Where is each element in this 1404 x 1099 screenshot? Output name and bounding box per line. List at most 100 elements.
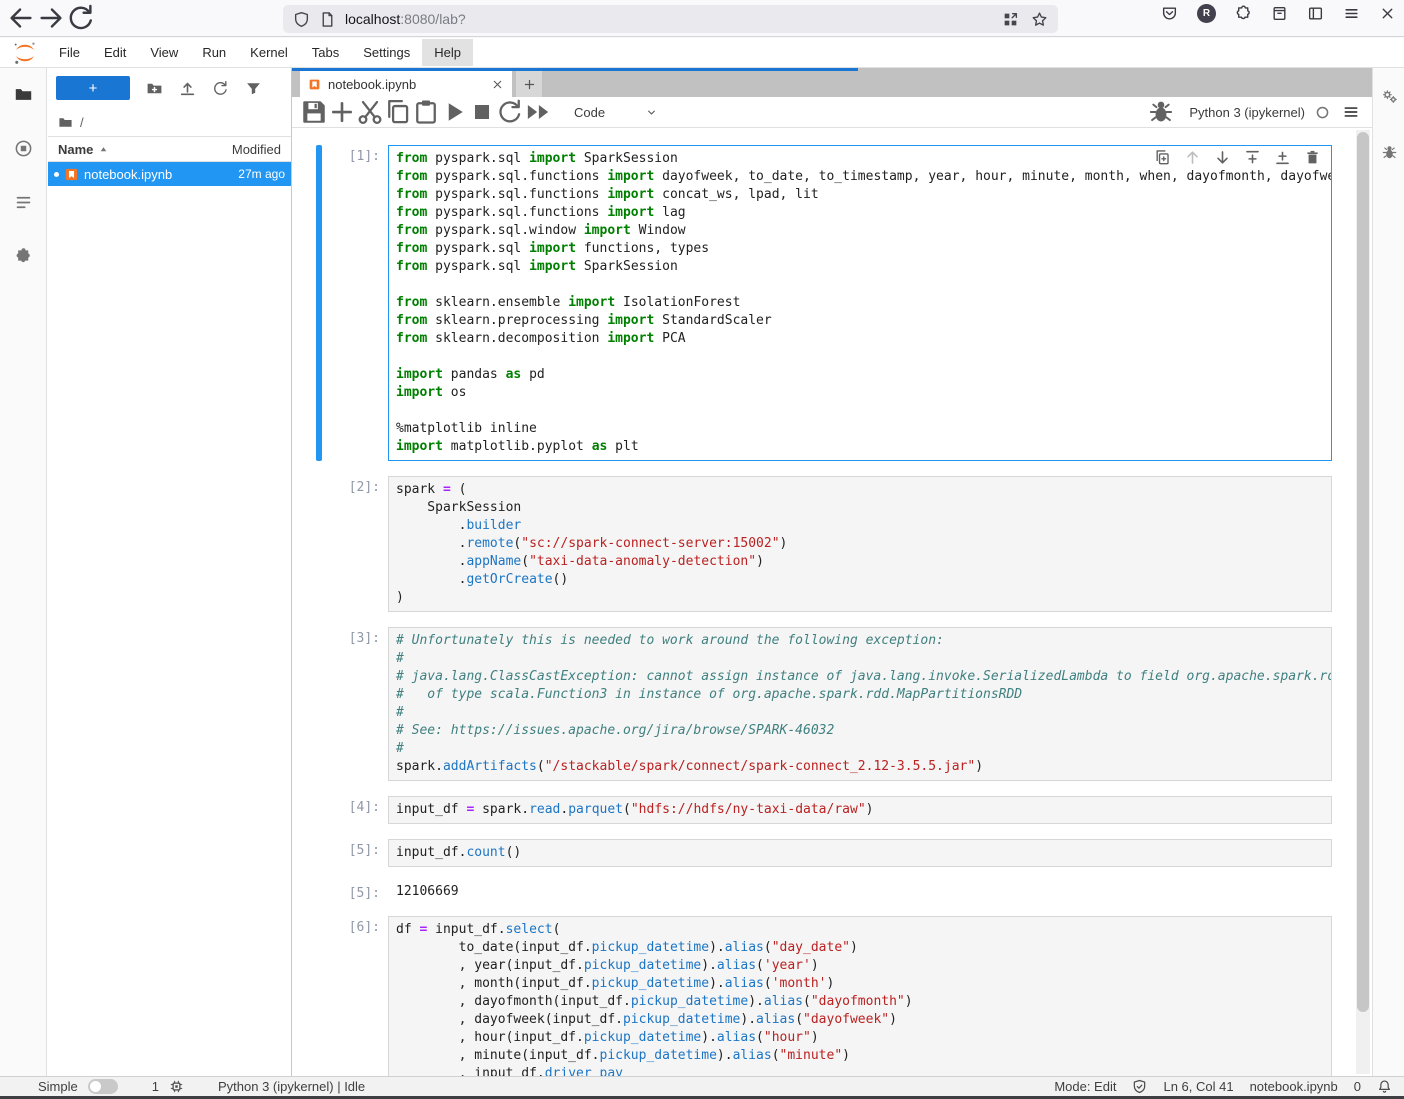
menu-item-view[interactable]: View: [138, 39, 190, 66]
sidebar-tab-running[interactable]: [0, 126, 47, 170]
scrollbar-thumb[interactable]: [1357, 132, 1369, 1012]
menu-item-kernel[interactable]: Kernel: [238, 39, 300, 66]
chevron-down-icon: [645, 106, 658, 119]
cell-editor[interactable]: spark = ( SparkSession .builder .remote(…: [388, 476, 1332, 612]
breadcrumb[interactable]: /: [48, 108, 291, 136]
kernel-name-button[interactable]: Python 3 (ipykernel): [1189, 105, 1305, 120]
menu-item-help[interactable]: Help: [422, 39, 473, 66]
new-tab-button[interactable]: [516, 71, 542, 97]
sidebar-tab-extensions[interactable]: [0, 234, 47, 278]
debugger-button[interactable]: [1147, 100, 1175, 124]
duplicate-cell-button[interactable]: [1154, 149, 1171, 166]
kernel-status-icon[interactable]: [1315, 105, 1330, 120]
pocket-icon[interactable]: [1161, 5, 1178, 22]
code-line: import pandas as pd: [396, 366, 1331, 384]
menu-item-edit[interactable]: Edit: [92, 39, 138, 66]
paste-cell-button[interactable]: [412, 100, 440, 124]
mode-indicator[interactable]: Mode: Edit: [1054, 1079, 1116, 1094]
running-icon: [14, 139, 33, 158]
delete-cell-button[interactable]: [1304, 149, 1321, 166]
sidebar-tab-files[interactable]: [0, 72, 47, 116]
code-line: , year(input_df.pickup_datetime).alias('…: [396, 957, 1331, 975]
extensions-icon[interactable]: [1235, 5, 1252, 22]
cursor-position[interactable]: Ln 6, Col 41: [1163, 1079, 1233, 1094]
close-icon[interactable]: [1379, 5, 1396, 22]
insert-below-cell-button[interactable]: [1274, 149, 1291, 166]
move-up-cell-button[interactable]: [1184, 149, 1201, 166]
trust-shield-icon[interactable]: [1132, 1079, 1147, 1094]
file-row[interactable]: notebook.ipynb27m ago: [48, 162, 291, 186]
simple-mode-label: Simple: [38, 1079, 78, 1094]
library-icon[interactable]: [1271, 5, 1288, 22]
cell-editor[interactable]: # Unfortunately this is needed to work a…: [388, 627, 1332, 781]
forward-button[interactable]: [36, 4, 66, 32]
column-name[interactable]: Name: [58, 142, 209, 157]
code-line: df = input_df.select(: [396, 921, 1331, 939]
copy-cell-button[interactable]: [384, 100, 412, 124]
cell-editor[interactable]: from pyspark.sql import SparkSessionfrom…: [388, 145, 1332, 461]
url-bar[interactable]: localhost:8080/lab?: [283, 5, 1058, 33]
move-down-cell-button[interactable]: [1214, 149, 1231, 166]
terminal-count[interactable]: 1: [152, 1079, 159, 1094]
toolbar-menu-icon[interactable]: [1342, 103, 1360, 121]
bell-icon[interactable]: [1377, 1079, 1392, 1094]
refresh-icon[interactable]: [212, 80, 229, 97]
code-line: , minute(input_df.pickup_datetime).alias…: [396, 1047, 1331, 1065]
new-folder-icon[interactable]: [146, 80, 163, 97]
cell-editor[interactable]: input_df.count(): [388, 839, 1332, 867]
output-prompt: [5]:: [322, 882, 380, 901]
sidebar-tab-toc[interactable]: [0, 180, 47, 224]
sidebar-toggle-icon[interactable]: [1307, 5, 1324, 22]
reload-button[interactable]: [66, 4, 96, 32]
bug-icon: [1147, 98, 1175, 126]
cell-editor[interactable]: input_df = spark.read.parquet("hdfs://hd…: [388, 796, 1332, 824]
new-launcher-button[interactable]: +: [56, 76, 130, 100]
cut-cell-button[interactable]: [356, 100, 384, 124]
back-button[interactable]: [6, 4, 36, 32]
menu-item-tabs[interactable]: Tabs: [300, 39, 351, 66]
shortcuts-icon[interactable]: [1002, 11, 1019, 28]
debugger-tab[interactable]: [1373, 132, 1404, 172]
menu-item-settings[interactable]: Settings: [351, 39, 422, 66]
sort-asc-icon: [99, 145, 108, 154]
simple-mode-toggle[interactable]: [88, 1079, 118, 1094]
insert-above-cell-button[interactable]: [1244, 149, 1261, 166]
plus-icon: [328, 98, 356, 126]
input-prompt: [5]:: [322, 839, 380, 867]
insert-cell-button[interactable]: [328, 100, 356, 124]
run-button[interactable]: [440, 100, 468, 124]
page-icon[interactable]: [319, 11, 336, 28]
toc-icon: [14, 193, 33, 212]
shield-icon[interactable]: [293, 11, 310, 28]
code-line: input_df.count(): [396, 844, 1331, 862]
kernel-chip-icon[interactable]: [169, 1079, 184, 1094]
bookmark-star-icon[interactable]: [1031, 11, 1048, 28]
code-line: .builder: [396, 517, 1331, 535]
breadcrumb-root[interactable]: /: [80, 115, 84, 130]
browser-menu-icon[interactable]: [1343, 5, 1360, 22]
profile-avatar[interactable]: R: [1197, 4, 1216, 23]
restart-run-all-button[interactable]: [524, 100, 552, 124]
property-inspector-tab[interactable]: [1373, 76, 1404, 116]
column-modified[interactable]: Modified: [209, 142, 281, 157]
plus-icon: [523, 78, 536, 91]
stop-button[interactable]: [468, 100, 496, 124]
filter-icon[interactable]: [245, 80, 262, 97]
tab-close-icon[interactable]: [491, 78, 504, 91]
menu-item-file[interactable]: File: [47, 39, 92, 66]
puzzle-filled-icon: [14, 247, 33, 266]
save-button[interactable]: [300, 100, 328, 124]
kernel-status-text[interactable]: Python 3 (ipykernel) | Idle: [218, 1079, 365, 1094]
cell-type-dropdown[interactable]: Code: [568, 103, 664, 122]
tab-title[interactable]: notebook.ipynb: [328, 77, 484, 92]
upload-icon[interactable]: [179, 80, 196, 97]
reload-icon: [66, 3, 96, 33]
file-name: notebook.ipynb: [84, 167, 216, 182]
restart-kernel-button[interactable]: [496, 100, 524, 124]
code-cell: [6]:df = input_df.select( to_date(input_…: [316, 916, 1332, 1076]
cell-editor[interactable]: df = input_df.select( to_date(input_df.p…: [388, 916, 1332, 1076]
url-text[interactable]: localhost:8080/lab?: [345, 11, 1002, 27]
notebook-scrollbar[interactable]: [1356, 130, 1370, 1074]
menu-item-run[interactable]: Run: [190, 39, 238, 66]
tab-notebook[interactable]: notebook.ipynb: [300, 71, 512, 97]
